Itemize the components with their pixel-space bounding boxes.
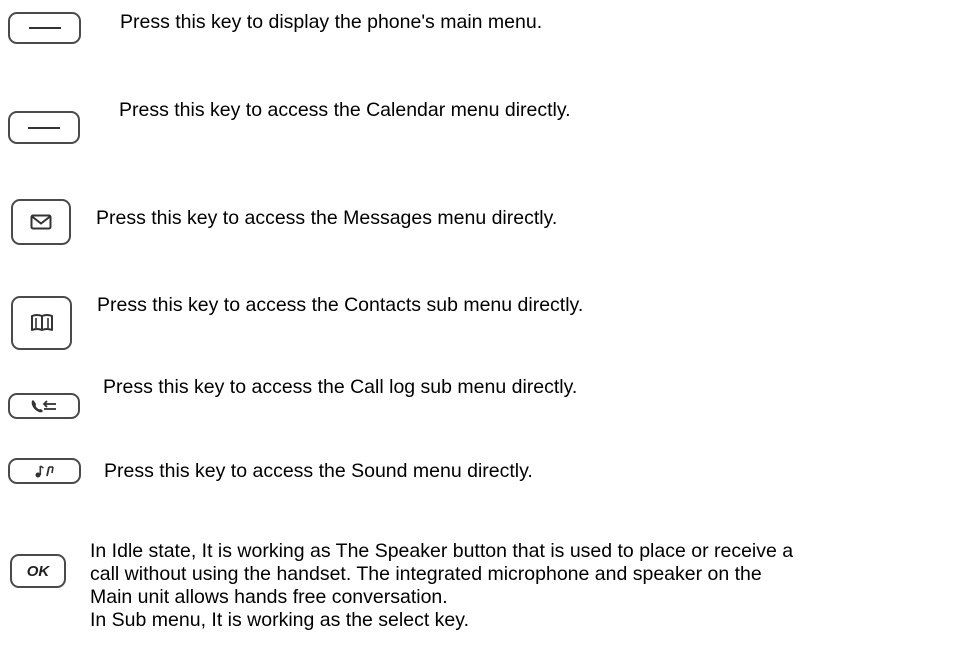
main-menu-key-description: Press this key to display the phone's ma… — [120, 11, 543, 33]
ok-key-description: In Idle state, It is working as The Spea… — [90, 540, 793, 632]
contacts-key[interactable] — [11, 296, 72, 350]
ok-key-description-line: In Sub menu, It is working as the select… — [90, 609, 469, 631]
ok-key[interactable]: OK — [10, 554, 66, 588]
music-note-icon — [35, 465, 54, 478]
call-log-icon — [31, 400, 56, 413]
dash-icon — [28, 126, 60, 129]
sound-key-description: Press this key to access the Sound menu … — [104, 460, 533, 482]
dash-icon — [28, 27, 61, 29]
ok-key-description-line: Main unit allows hands free conversation… — [90, 586, 448, 608]
book-icon — [30, 314, 53, 331]
calendar-key-description: Press this key to access the Calendar me… — [119, 99, 571, 121]
messages-key-description: Press this key to access the Messages me… — [96, 207, 558, 229]
ok-key-description-line: In Idle state, It is working as The Spea… — [90, 540, 794, 562]
call-log-key[interactable] — [8, 393, 80, 419]
calendar-key[interactable] — [8, 111, 80, 144]
call-log-key-description: Press this key to access the Call log su… — [103, 376, 578, 398]
ok-key-description-line: call without using the handset. The inte… — [90, 563, 762, 585]
sound-key[interactable] — [8, 458, 81, 484]
envelope-icon — [30, 214, 52, 230]
ok-icon: OK — [26, 562, 50, 580]
messages-key[interactable] — [11, 199, 71, 245]
contacts-key-description: Press this key to access the Contacts su… — [97, 294, 584, 316]
main-menu-key[interactable] — [8, 12, 81, 44]
